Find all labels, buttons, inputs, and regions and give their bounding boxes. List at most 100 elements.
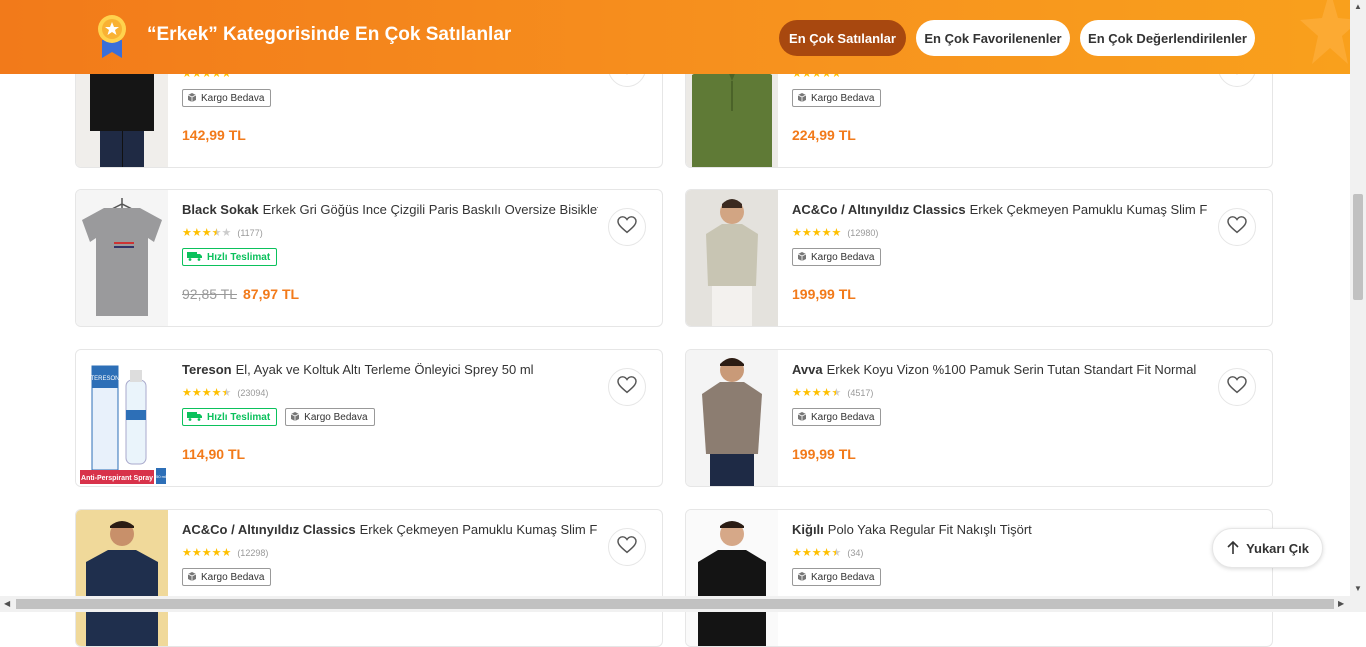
product-badges: Kargo Bedava bbox=[792, 568, 882, 586]
review-count: (1177) bbox=[237, 227, 263, 238]
box-icon bbox=[797, 251, 807, 264]
product-image[interactable] bbox=[686, 350, 778, 486]
product-image[interactable] bbox=[686, 510, 778, 646]
product-name: Erkek Çekmeyen Pamuklu Kumaş Slim Fit bbox=[969, 202, 1208, 217]
heart-icon bbox=[617, 535, 637, 559]
arrow-up-icon bbox=[1227, 541, 1239, 554]
favorite-button[interactable] bbox=[608, 528, 646, 566]
product-image[interactable] bbox=[686, 190, 778, 326]
current-price: 114,90 TL bbox=[182, 446, 246, 462]
rating-stars-icon: ★★★★★ bbox=[792, 547, 842, 559]
scroll-down-arrow-icon[interactable]: ▼ bbox=[1354, 584, 1362, 593]
scroll-right-arrow-icon[interactable]: ▶ bbox=[1338, 599, 1344, 608]
product-rating: ★★★★★ (23094) bbox=[182, 386, 268, 399]
box-icon bbox=[187, 571, 197, 584]
product-price: 142,99 TL bbox=[182, 127, 246, 143]
rating-stars-icon: ★★★★★ bbox=[182, 227, 232, 239]
favorite-button[interactable] bbox=[608, 208, 646, 246]
favorite-button[interactable] bbox=[1218, 368, 1256, 406]
product-image[interactable] bbox=[76, 510, 168, 646]
product-card[interactable]: Black Sokak Erkek Gri Göğüs Ince Çizgili … bbox=[75, 189, 663, 327]
product-rating: ★★★★★ (12980) bbox=[792, 226, 878, 239]
star-decoration-icon bbox=[1300, 0, 1350, 64]
product-brand: Tereson bbox=[182, 362, 232, 377]
free-shipping-label: Kargo Bedava bbox=[304, 411, 368, 423]
horizontal-scrollbar[interactable]: ◀ ▶ bbox=[0, 596, 1366, 612]
product-rating: ★★★★★ (34) bbox=[792, 546, 863, 559]
box-icon bbox=[187, 92, 197, 105]
vertical-scrollbar[interactable]: ▲ ▼ bbox=[1350, 0, 1366, 596]
product-badges: Kargo Bedava bbox=[182, 568, 272, 586]
product-rating: ★★★★★ (4517) bbox=[792, 386, 873, 399]
product-name: Erkek Koyu Vizon %100 Pamuk Serin Tutan … bbox=[826, 362, 1197, 377]
tereson-box-caption: Anti-Perspirant Spray bbox=[81, 475, 153, 482]
current-price: 142,99 TL bbox=[182, 127, 246, 143]
fast-delivery-badge: Hızlı Teslimat bbox=[182, 248, 278, 266]
review-count: (12980) bbox=[847, 227, 879, 238]
product-title[interactable]: Kiğılı Polo Yaka Regular Fit Nakışlı Tişö… bbox=[792, 522, 1208, 537]
rating-stars-icon: ★★★★★ bbox=[182, 387, 232, 399]
product-card[interactable]: Kiğılı Polo Yaka Regular Fit Nakışlı Tişö… bbox=[685, 509, 1273, 647]
product-badges: Hızlı Teslimat bbox=[182, 248, 278, 266]
tereson-box-brand: TERESON bbox=[90, 376, 119, 382]
tab-most-favorited[interactable]: En Çok Favorilenenler bbox=[916, 20, 1070, 56]
product-card[interactable]: TERESON Anti-Perspirant Spray 50 ml Tere… bbox=[75, 349, 663, 487]
heart-icon bbox=[1227, 215, 1247, 239]
box-icon bbox=[290, 411, 300, 424]
scroll-left-arrow-icon[interactable]: ◀ bbox=[4, 599, 10, 608]
product-title[interactable]: Tereson El, Ayak ve Koltuk Altı Terleme Ö… bbox=[182, 362, 598, 377]
heart-icon bbox=[617, 215, 637, 239]
product-card[interactable]: AC&Co / Altınyıldız Classics Erkek Çekmey… bbox=[75, 509, 663, 647]
fast-delivery-label: Hızlı Teslimat bbox=[207, 411, 271, 423]
old-price: 92,85 TL bbox=[182, 286, 238, 302]
product-badges: Kargo Bedava bbox=[792, 408, 882, 426]
vertical-scrollbar-thumb[interactable] bbox=[1353, 194, 1363, 300]
product-brand: Kiğılı bbox=[792, 522, 824, 537]
tab-most-reviewed[interactable]: En Çok Değerlendirilenler bbox=[1080, 20, 1255, 56]
product-badges: Kargo Bedava bbox=[182, 89, 272, 107]
free-shipping-badge: Kargo Bedava bbox=[792, 408, 882, 426]
product-badges: Kargo Bedava bbox=[792, 248, 882, 266]
product-brand: AC&Co / Altınyıldız Classics bbox=[792, 202, 966, 217]
box-icon bbox=[797, 411, 807, 424]
tab-best-sellers[interactable]: En Çok Satılanlar bbox=[779, 20, 906, 56]
favorite-button[interactable] bbox=[608, 368, 646, 406]
tereson-box-size: 50 ml bbox=[156, 474, 166, 479]
current-price: 87,97 TL bbox=[243, 286, 300, 302]
product-price: 114,90 TL bbox=[182, 446, 245, 462]
product-brand: Black Sokak bbox=[182, 202, 259, 217]
free-shipping-badge: Kargo Bedava bbox=[285, 408, 375, 426]
product-badges: Hızlı Teslimat Kargo Bedava bbox=[182, 408, 375, 426]
rating-stars-icon: ★★★★★ bbox=[182, 547, 232, 559]
current-price: 224,99 TL bbox=[792, 127, 856, 143]
product-card[interactable]: AC&Co / Altınyıldız Classics Erkek Çekmey… bbox=[685, 189, 1273, 327]
truck-icon bbox=[187, 251, 203, 264]
product-title[interactable]: Black Sokak Erkek Gri Göğüs Ince Çizgili … bbox=[182, 202, 598, 217]
product-title[interactable]: AC&Co / Altınyıldız Classics Erkek Çekmey… bbox=[182, 522, 598, 537]
free-shipping-badge: Kargo Bedava bbox=[792, 89, 882, 107]
product-name: Erkek Gri Göğüs Ince Çizgili Paris Baskı… bbox=[262, 202, 598, 217]
scroll-up-arrow-icon[interactable]: ▲ bbox=[1354, 2, 1362, 11]
product-price: 92,85 TL 87,97 TL bbox=[182, 286, 299, 302]
page-title: “Erkek” Kategorisinde En Çok Satılanlar bbox=[147, 24, 512, 45]
fast-delivery-label: Hızlı Teslimat bbox=[207, 251, 271, 263]
scroll-to-top-button[interactable]: Yukarı Çık bbox=[1212, 528, 1323, 568]
product-badges: Kargo Bedava bbox=[792, 89, 882, 107]
free-shipping-badge: Kargo Bedava bbox=[182, 89, 272, 107]
product-name: Erkek Çekmeyen Pamuklu Kumaş Slim Fit bbox=[359, 522, 598, 537]
review-count: (12298) bbox=[237, 547, 269, 558]
review-count: (23094) bbox=[237, 387, 269, 398]
product-title[interactable]: AC&Co / Altınyıldız Classics Erkek Çekmey… bbox=[792, 202, 1208, 217]
product-image[interactable] bbox=[76, 190, 168, 326]
product-image[interactable]: TERESON Anti-Perspirant Spray 50 ml bbox=[76, 350, 168, 486]
product-name: Polo Yaka Regular Fit Nakışlı Tişört bbox=[827, 522, 1032, 537]
product-title[interactable]: Avva Erkek Koyu Vizon %100 Pamuk Serin Tu… bbox=[792, 362, 1208, 377]
free-shipping-label: Kargo Bedava bbox=[811, 411, 875, 423]
horizontal-scrollbar-thumb[interactable] bbox=[16, 599, 1334, 609]
favorite-button[interactable] bbox=[1218, 208, 1256, 246]
product-card[interactable]: Avva Erkek Koyu Vizon %100 Pamuk Serin Tu… bbox=[685, 349, 1273, 487]
product-rating: ★★★★★ (12298) bbox=[182, 546, 268, 559]
free-shipping-badge: Kargo Bedava bbox=[182, 568, 272, 586]
product-name: El, Ayak ve Koltuk Altı Terleme Önleyici… bbox=[235, 362, 534, 377]
rating-stars-icon: ★★★★★ bbox=[792, 387, 842, 399]
